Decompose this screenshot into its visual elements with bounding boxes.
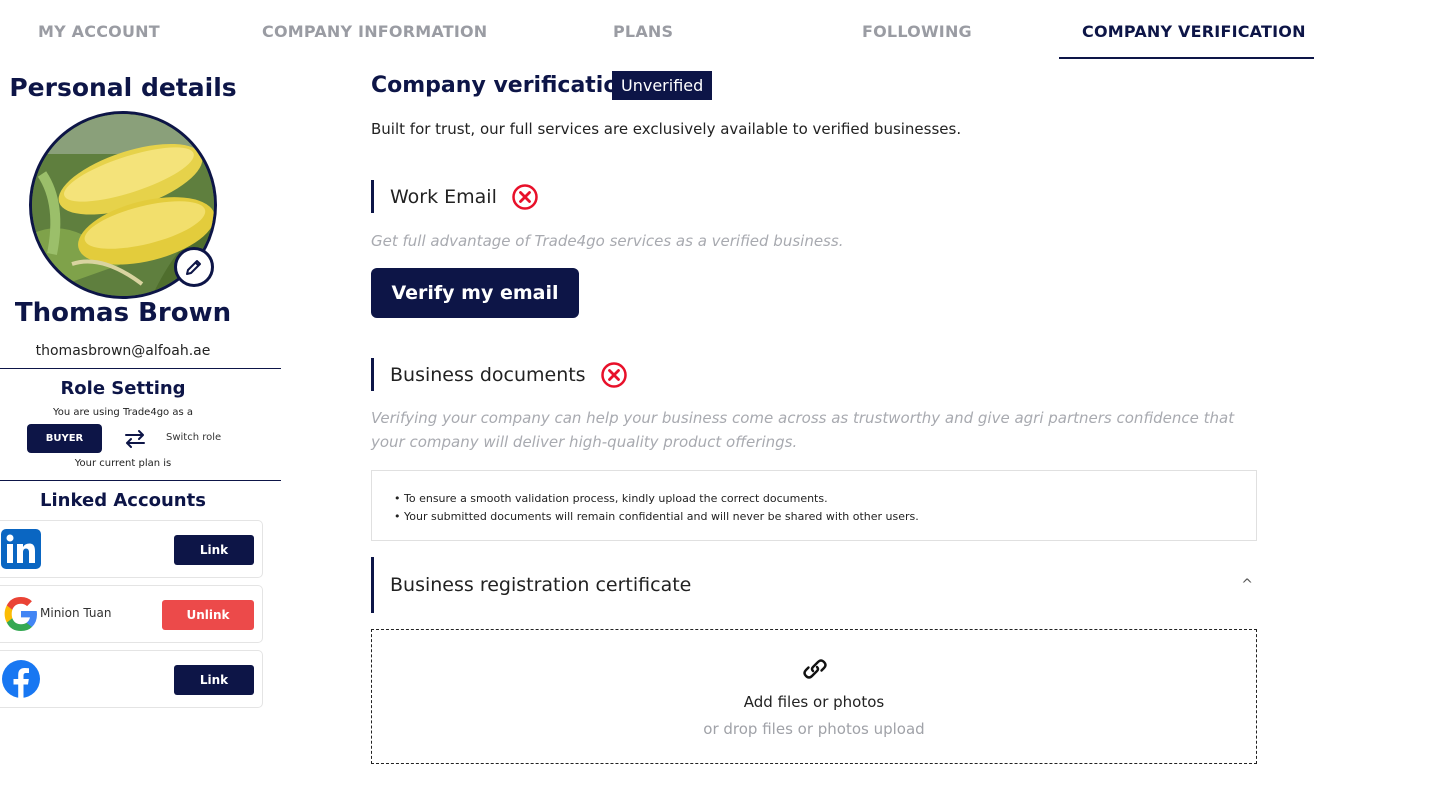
description-line: Verifying your company can help your bus… — [371, 409, 1235, 427]
upload-notes: To ensure a smooth validation process, k… — [371, 470, 1257, 541]
pencil-icon — [186, 260, 201, 275]
work-email-title: Work Email — [390, 185, 497, 208]
sidebar-title: Personal details — [9, 73, 237, 102]
tab-plans[interactable]: PLANS — [613, 22, 673, 41]
business-documents-description: Verifying your company can help your bus… — [371, 406, 1234, 454]
role-setting-title: Role Setting — [60, 378, 186, 399]
divider — [0, 368, 281, 369]
upload-sub-text: or drop files or photos upload — [703, 720, 925, 738]
user-email: thomasbrown@alfoah.ae — [35, 343, 211, 359]
facebook-icon — [2, 660, 40, 698]
upload-main-text: Add files or photos — [743, 693, 885, 711]
verify-email-button[interactable]: Verify my email — [371, 268, 579, 318]
tab-company-information[interactable]: COMPANY INFORMATION — [262, 22, 487, 41]
swap-arrows-icon[interactable] — [122, 428, 148, 450]
switch-role-link[interactable]: Switch role — [166, 432, 221, 443]
tab-following[interactable]: FOLLOWING — [862, 22, 972, 41]
chevron-up-icon[interactable]: ^ — [1241, 577, 1253, 593]
account-tabs: MY ACCOUNT COMPANY INFORMATION PLANS FOL… — [0, 0, 1451, 60]
user-name: Thomas Brown — [14, 298, 232, 328]
error-x-icon — [512, 183, 538, 210]
note-item: To ensure a smooth validation process, k… — [394, 490, 1256, 508]
edit-avatar-button[interactable] — [174, 247, 214, 287]
tab-my-account[interactable]: MY ACCOUNT — [38, 22, 160, 41]
google-account-name: Minion Tuan — [40, 606, 112, 620]
divider — [0, 480, 281, 481]
error-x-icon — [600, 361, 627, 388]
link-icon — [803, 659, 827, 679]
status-badge: Unverified — [612, 71, 713, 100]
unlink-google-button[interactable]: Unlink — [162, 600, 254, 630]
linked-account-facebook: Link — [0, 650, 263, 708]
file-dropzone[interactable]: Add files or photos or drop files or pho… — [371, 629, 1257, 764]
linkedin-icon — [1, 529, 41, 569]
role-buyer-button[interactable]: BUYER — [27, 424, 102, 453]
role-using-text: You are using Trade4go as a — [53, 407, 193, 418]
intro-text: Built for trust, our full services are e… — [371, 120, 962, 138]
work-email-heading: Work Email — [371, 180, 539, 213]
business-documents-heading: Business documents — [371, 358, 628, 391]
page-title: Company verification — [371, 73, 635, 98]
active-tab-indicator — [1059, 57, 1314, 59]
description-line: your company will deliver high-quality p… — [371, 433, 798, 451]
tab-company-verification[interactable]: COMPANY VERIFICATION — [1082, 22, 1306, 41]
certificate-accordion-header[interactable]: Business registration certificate ^ — [371, 557, 1257, 613]
linked-account-google: Minion Tuan Unlink — [0, 585, 263, 643]
link-linkedin-button[interactable]: Link — [174, 535, 254, 565]
google-icon — [4, 597, 37, 631]
current-plan-text: Your current plan is — [74, 458, 172, 469]
link-facebook-button[interactable]: Link — [174, 665, 254, 695]
linked-accounts-title: Linked Accounts — [40, 490, 206, 511]
business-documents-title: Business documents — [390, 363, 586, 386]
personal-details-sidebar: Personal details Thomas Brown thomasbrow… — [0, 60, 282, 787]
note-item: Your submitted documents will remain con… — [394, 508, 1256, 526]
linked-account-linkedin: Link — [0, 520, 263, 578]
certificate-title: Business registration certificate — [390, 574, 692, 596]
work-email-description: Get full advantage of Trade4go services … — [371, 232, 844, 250]
